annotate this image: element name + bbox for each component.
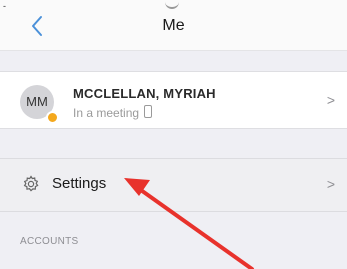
navigation-bar: - Me xyxy=(0,0,347,51)
presence-status-indicator xyxy=(46,111,59,124)
profile-row[interactable]: MM MCCLELLAN, MYRIAH In a meeting > xyxy=(0,71,347,129)
phone-icon xyxy=(144,105,153,118)
status-bar-notch xyxy=(165,0,179,9)
section-header-accounts: ACCOUNTS xyxy=(20,236,79,247)
settings-label: Settings xyxy=(52,175,107,192)
chevron-right-icon: > xyxy=(326,92,335,108)
profile-name: MCCLELLAN, MYRIAH xyxy=(73,86,216,101)
settings-row[interactable]: Settings > xyxy=(0,158,347,212)
gear-icon xyxy=(23,175,39,192)
status-bar-fragment: - xyxy=(3,1,6,11)
chevron-right-icon: > xyxy=(326,176,335,192)
page-title: Me xyxy=(162,17,185,34)
status-text: In a meeting xyxy=(73,106,140,120)
status-message: In a meeting xyxy=(73,105,153,120)
